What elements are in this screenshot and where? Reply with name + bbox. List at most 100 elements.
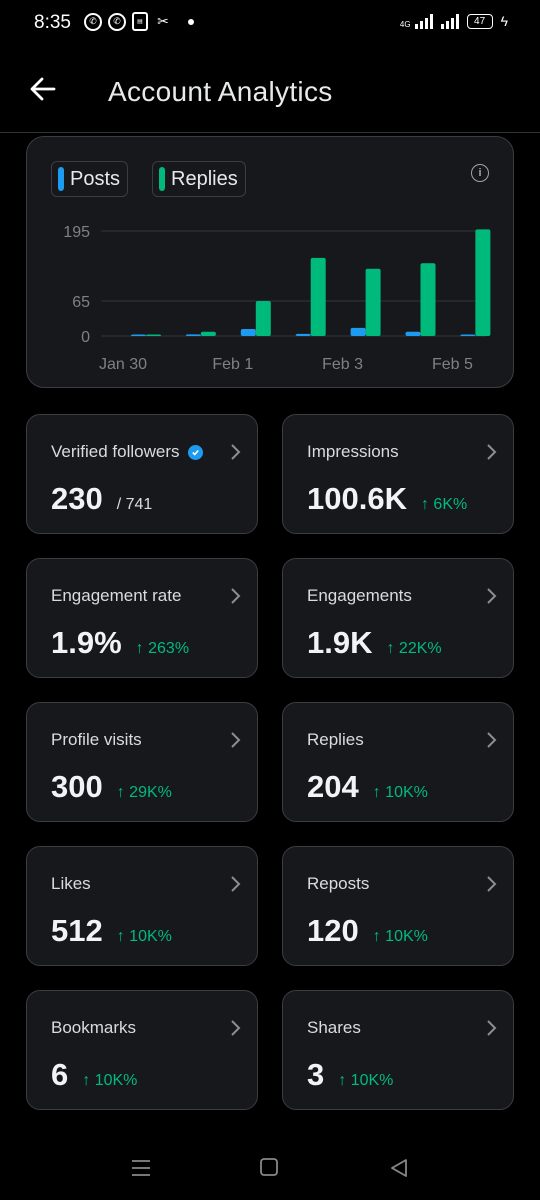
stat-card-engagements[interactable]: Engagements 1.9K ↑ 22K% — [282, 558, 514, 678]
stat-change: ↑ 10K% — [372, 928, 428, 945]
stat-change: ↑ 6K% — [420, 496, 468, 513]
stat-value-row: 6 ↑ 10K% — [51, 1057, 137, 1093]
home-icon[interactable] — [260, 1158, 278, 1176]
chevron-right-icon — [231, 876, 241, 892]
stat-change: ↑ 263% — [135, 640, 190, 657]
whatsapp-icon: ✆ — [84, 12, 102, 31]
chevron-right-icon — [487, 732, 497, 748]
chevron-right-icon — [231, 444, 241, 460]
stat-value: 512 — [51, 913, 103, 948]
stat-value-row: 1.9% ↑ 263% — [51, 625, 189, 661]
bar-replies — [475, 229, 491, 336]
bar-posts — [350, 327, 366, 336]
stat-value: 300 — [51, 769, 103, 804]
signal-icon-sim2 — [440, 13, 459, 29]
stat-label-text: Replies — [307, 730, 364, 749]
notification-icons: ✆ ✆ ▤ ✂ — [84, 12, 194, 31]
stat-label: Replies — [307, 730, 364, 750]
stat-label: Engagement rate — [51, 586, 181, 606]
verified-badge-icon — [187, 444, 203, 460]
bar-posts — [131, 334, 146, 336]
chevron-right-icon — [231, 588, 241, 604]
stat-card-replies[interactable]: Replies 204 ↑ 10K% — [282, 702, 514, 822]
stat-value: 3 — [307, 1057, 325, 1092]
stat-label-text: Likes — [51, 874, 91, 893]
stat-card-likes[interactable]: Likes 512 ↑ 10K% — [26, 846, 258, 966]
x-tick-label: Jan 30 — [99, 356, 147, 373]
stat-card-engagement-rate[interactable]: Engagement rate 1.9% ↑ 263% — [26, 558, 258, 678]
stat-value-row: 512 ↑ 10K% — [51, 913, 172, 949]
chevron-right-icon — [487, 444, 497, 460]
stat-label: Shares — [307, 1018, 361, 1038]
stat-label: Likes — [51, 874, 91, 894]
app-header: Account Analytics — [0, 56, 540, 133]
stat-card-impressions[interactable]: Impressions 100.6K ↑ 6K% — [282, 414, 514, 534]
stat-label-text: Shares — [307, 1018, 361, 1037]
analytics-chart-card: Posts Replies i 0 65 195 Jan 30 Feb 1 Feb 3 Fe… — [26, 136, 514, 388]
system-nav-bar — [0, 1140, 540, 1200]
bar-replies — [146, 334, 161, 336]
bar-replies — [200, 331, 216, 336]
stat-label: Impressions — [307, 442, 399, 462]
x-tick-label: Feb 3 — [322, 356, 363, 373]
bar-posts — [405, 331, 421, 336]
pdf-file-icon: ▤ — [132, 12, 148, 31]
stat-value: 120 — [307, 913, 359, 948]
stat-card-verified-followers[interactable]: Verified followers 230 / 741 — [26, 414, 258, 534]
bar-posts — [295, 333, 311, 336]
stat-label-text: Bookmarks — [51, 1018, 137, 1037]
stat-card-profile-visits[interactable]: Profile visits 300 ↑ 29K% — [26, 702, 258, 822]
stat-total: / 741 — [116, 496, 153, 513]
stat-label: Verified followers — [51, 442, 203, 462]
stat-card-reposts[interactable]: Reposts 120 ↑ 10K% — [282, 846, 514, 966]
stat-value-row: 3 ↑ 10K% — [307, 1057, 393, 1093]
status-bar: 8:35 ✆ ✆ ▤ ✂ 4G 47 ϟ — [0, 0, 540, 48]
stat-value: 230 — [51, 481, 103, 516]
chevron-right-icon — [487, 1020, 497, 1036]
stat-label: Profile visits — [51, 730, 142, 750]
x-tick-label: Feb 5 — [432, 356, 473, 373]
charging-icon: ϟ — [500, 13, 508, 29]
stat-card-shares[interactable]: Shares 3 ↑ 10K% — [282, 990, 514, 1110]
y-tick-label: 65 — [72, 294, 90, 311]
bar-replies — [365, 268, 381, 336]
page-title: Account Analytics — [108, 76, 333, 107]
stat-card-bookmarks[interactable]: Bookmarks 6 ↑ 10K% — [26, 990, 258, 1110]
chevron-right-icon — [487, 876, 497, 892]
stat-value-row: 1.9K ↑ 22K% — [307, 625, 442, 661]
chevron-right-icon — [487, 588, 497, 604]
network-type: 4G — [399, 20, 411, 29]
stat-change: ↑ 22K% — [386, 640, 442, 657]
signal-icon — [414, 13, 433, 29]
stat-value-row: 204 ↑ 10K% — [307, 769, 428, 805]
bar-replies — [310, 257, 326, 336]
more-notifications-dot-icon — [188, 18, 194, 25]
stat-value: 1.9K — [307, 625, 373, 660]
bar-posts — [460, 334, 476, 336]
stat-value: 204 — [307, 769, 359, 804]
stat-value: 6 — [51, 1057, 69, 1092]
y-tick-label: 0 — [81, 329, 90, 346]
chevron-right-icon — [231, 1020, 241, 1036]
stat-change: ↑ 10K% — [116, 928, 172, 945]
capcut-icon: ✂ — [157, 13, 169, 29]
stat-label-text: Profile visits — [51, 730, 142, 749]
x-tick-label: Feb 1 — [212, 356, 253, 373]
stat-label: Bookmarks — [51, 1018, 136, 1038]
bar-chart: 0 65 195 Jan 30 Feb 1 Feb 3 Feb 5 — [63, 224, 491, 373]
chevron-right-icon — [231, 732, 241, 748]
battery-icon: 47 — [466, 14, 493, 29]
stat-value-row: 230 / 741 — [51, 481, 152, 517]
recent-apps-icon[interactable] — [131, 1158, 151, 1178]
whatsapp-business-icon: ✆ — [108, 12, 126, 31]
back-nav-icon[interactable] — [389, 1158, 409, 1178]
stat-value-row: 300 ↑ 29K% — [51, 769, 172, 805]
stat-label-text: Engagements — [307, 586, 412, 605]
stat-change: ↑ 10K% — [338, 1072, 394, 1089]
bar-replies — [255, 301, 271, 336]
stat-change: ↑ 10K% — [372, 784, 428, 801]
system-icons: 4G 47 ϟ — [400, 13, 508, 29]
bar-replies — [420, 263, 436, 336]
stat-value: 1.9% — [51, 625, 122, 660]
back-arrow-icon[interactable] — [28, 74, 58, 104]
